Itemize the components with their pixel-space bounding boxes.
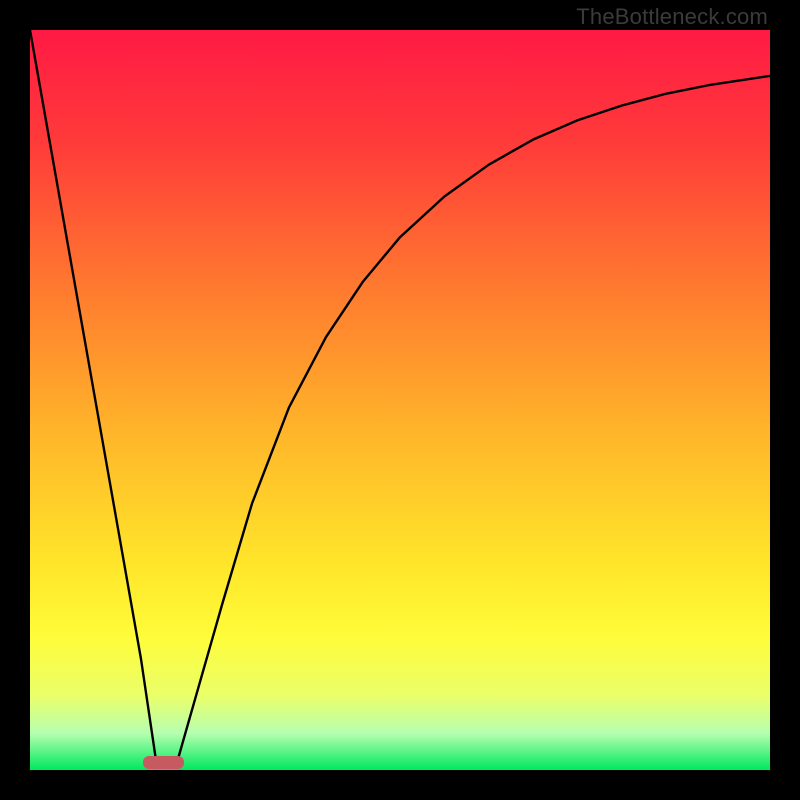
- bottleneck-curve: [30, 30, 770, 770]
- plot-area: [30, 30, 770, 770]
- chart-frame: TheBottleneck.com: [0, 0, 800, 800]
- watermark-text: TheBottleneck.com: [576, 4, 768, 30]
- optimal-marker: [143, 756, 184, 769]
